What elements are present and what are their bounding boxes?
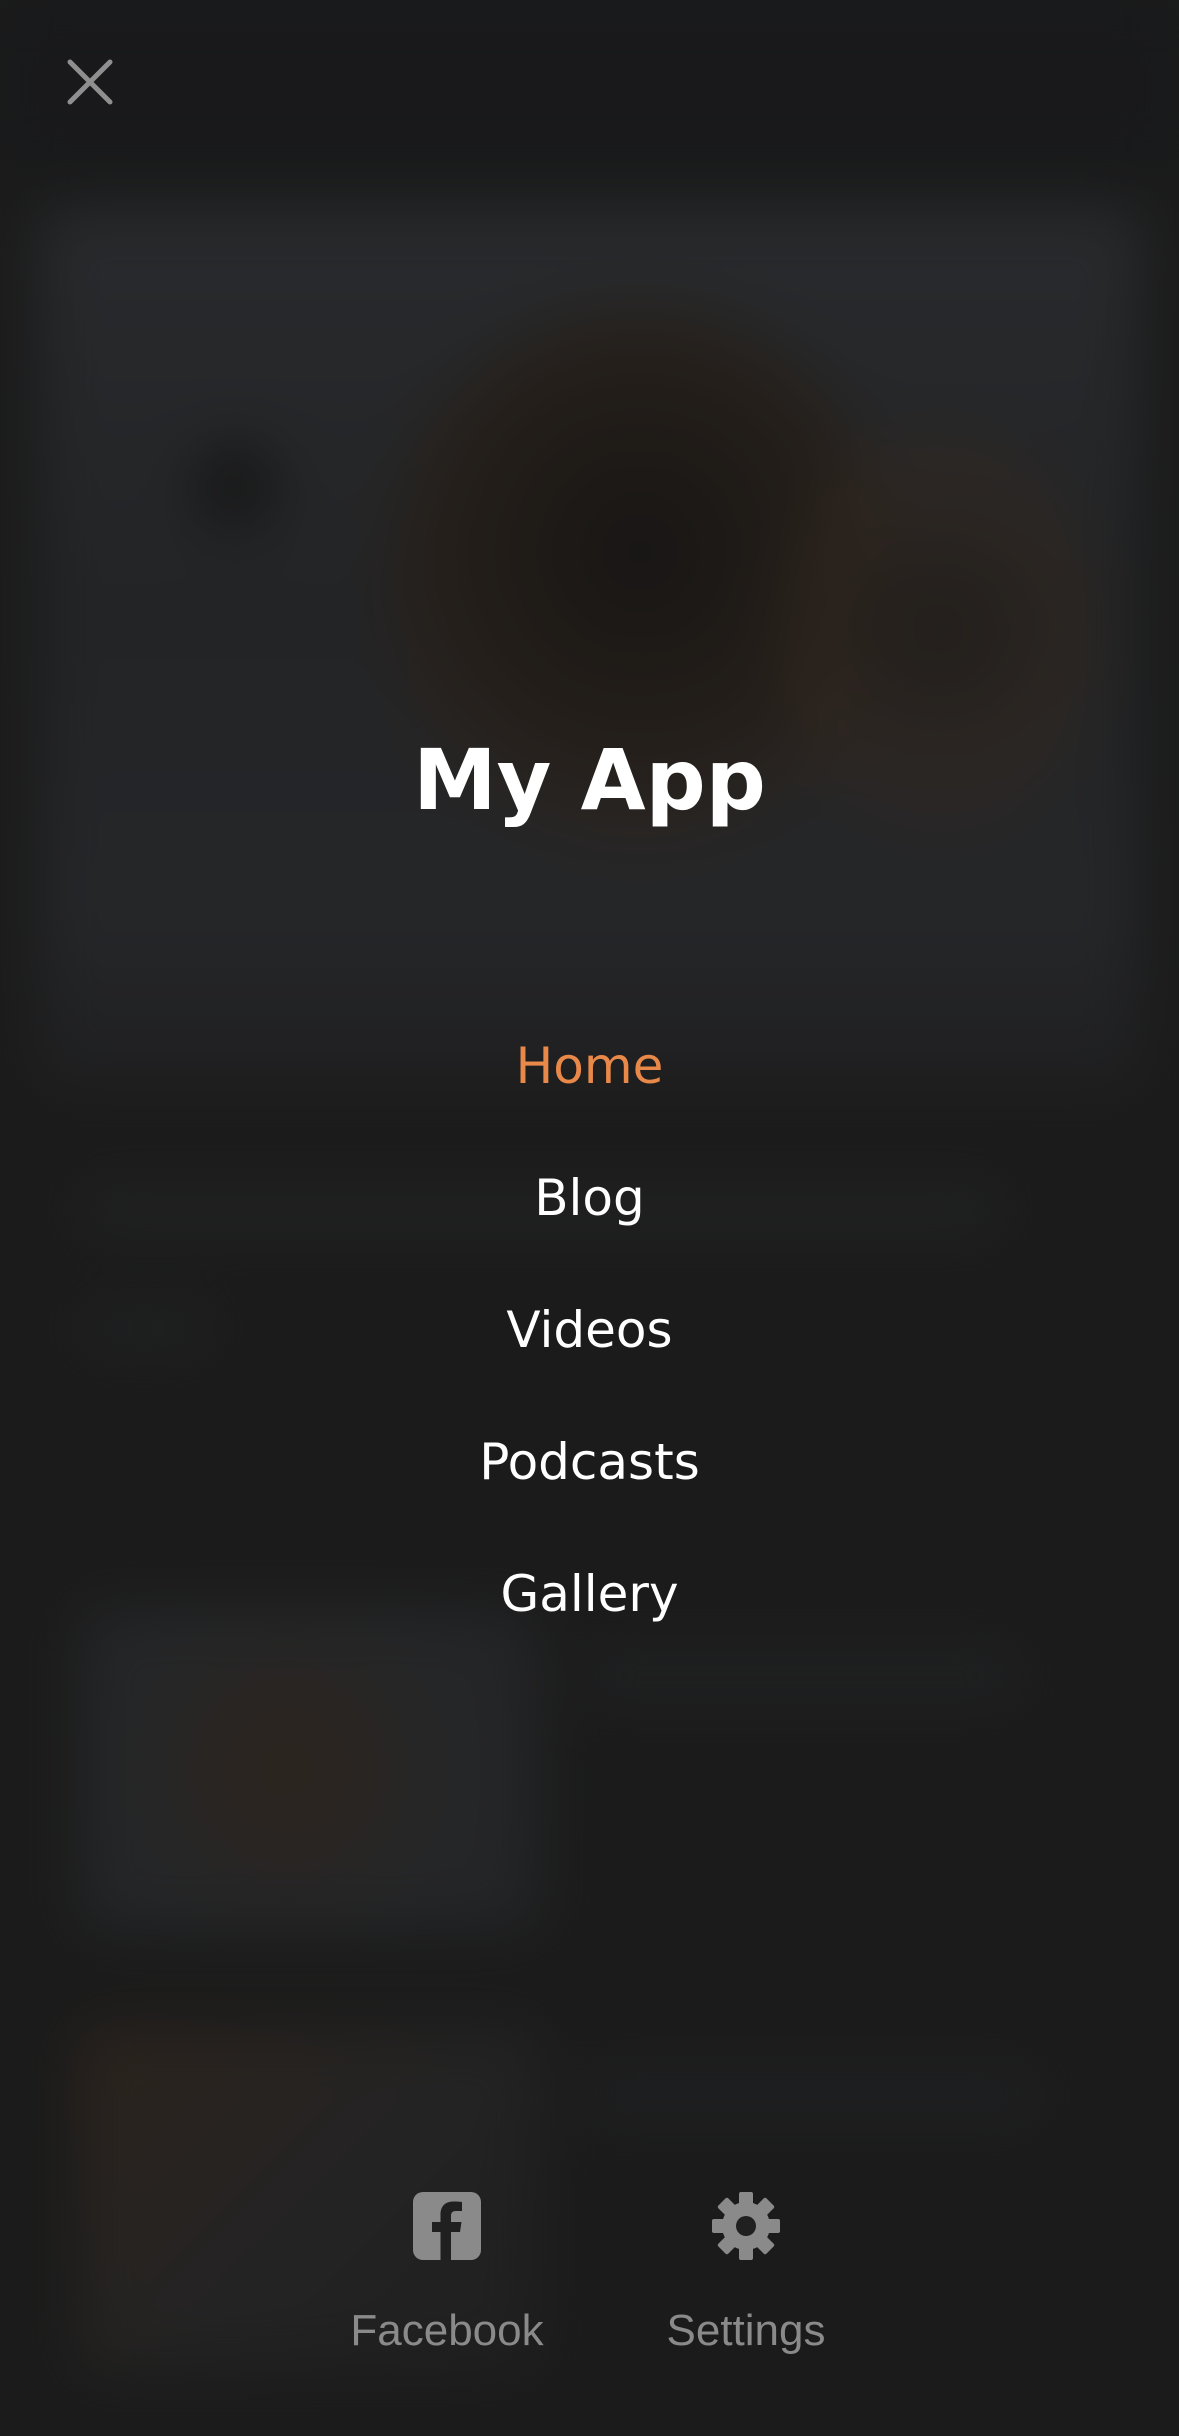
settings-label: Settings xyxy=(666,2306,826,2355)
close-button[interactable] xyxy=(60,52,120,112)
menu-item-blog[interactable]: Blog xyxy=(0,1132,1179,1264)
menu-item-videos[interactable]: Videos xyxy=(0,1264,1179,1396)
nav-menu: Home Blog Videos Podcasts Gallery xyxy=(0,1000,1179,1660)
menu-item-home[interactable]: Home xyxy=(0,1000,1179,1132)
menu-item-podcasts[interactable]: Podcasts xyxy=(0,1396,1179,1528)
settings-button[interactable]: Settings xyxy=(636,2190,856,2356)
facebook-label: Facebook xyxy=(350,2306,544,2355)
close-icon xyxy=(67,59,113,105)
app-title: My App xyxy=(413,731,766,829)
bottom-bar: Facebook Settings xyxy=(0,2190,1179,2390)
menu-item-gallery[interactable]: Gallery xyxy=(0,1528,1179,1660)
menu-screen: My App Home Blog Videos Podcasts Gallery… xyxy=(0,0,1179,2436)
facebook-button[interactable]: Facebook xyxy=(337,2190,557,2356)
facebook-icon xyxy=(413,2192,481,2260)
gear-icon xyxy=(712,2192,780,2260)
